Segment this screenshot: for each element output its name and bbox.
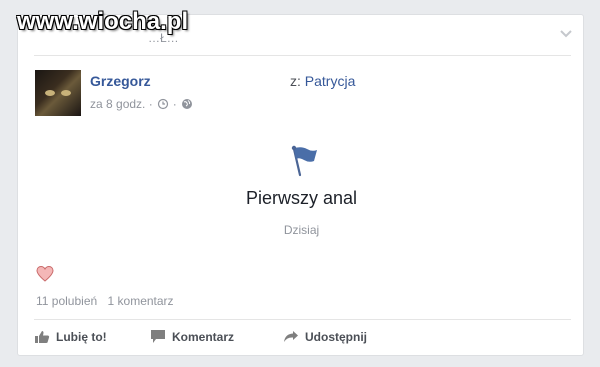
action-bar: Lubię to! Komentarz Udostępnij bbox=[34, 329, 367, 344]
reaction-counts: 11 polubień 1 komentarz bbox=[36, 294, 174, 308]
event-date: Dzisiaj bbox=[283, 223, 320, 237]
share-label: Udostępnij bbox=[305, 329, 367, 344]
chevron-down-icon[interactable] bbox=[559, 29, 573, 39]
like-button[interactable]: Lubię to! bbox=[34, 329, 150, 344]
header-divider bbox=[34, 55, 571, 56]
post-meta: za 8 godz. · · bbox=[90, 97, 193, 111]
share-icon bbox=[284, 331, 298, 342]
flag-icon bbox=[291, 145, 317, 177]
meta-separator: · bbox=[172, 97, 177, 111]
comments-count[interactable]: 1 komentarz bbox=[108, 294, 174, 308]
globe-icon[interactable] bbox=[181, 98, 193, 110]
likes-count[interactable]: 11 polubień bbox=[36, 294, 97, 308]
share-button[interactable]: Udostępnij bbox=[283, 329, 367, 344]
like-label: Lubię to! bbox=[56, 329, 107, 344]
comment-button[interactable]: Komentarz bbox=[150, 329, 283, 344]
tagged-with: z: Patrycja bbox=[290, 73, 355, 89]
post-card: …Ł… Grzegorz z: Patrycja za 8 godz. · · … bbox=[17, 14, 584, 356]
heart-icon[interactable] bbox=[36, 265, 54, 283]
clock-icon bbox=[157, 98, 168, 110]
author-name[interactable]: Grzegorz bbox=[90, 73, 151, 89]
tagged-person[interactable]: Patrycja bbox=[305, 73, 356, 89]
tagged-prefix: z: bbox=[290, 73, 301, 89]
event-title: Pierwszy anal bbox=[245, 188, 358, 208]
comment-icon bbox=[151, 330, 165, 343]
actions-divider bbox=[34, 319, 571, 320]
watermark: www.wiocha.pl bbox=[17, 8, 189, 35]
comment-label: Komentarz bbox=[172, 329, 235, 344]
avatar[interactable] bbox=[35, 70, 81, 116]
thumbs-up-icon bbox=[35, 330, 50, 343]
post-time[interactable]: za 8 godz. · bbox=[90, 97, 153, 111]
